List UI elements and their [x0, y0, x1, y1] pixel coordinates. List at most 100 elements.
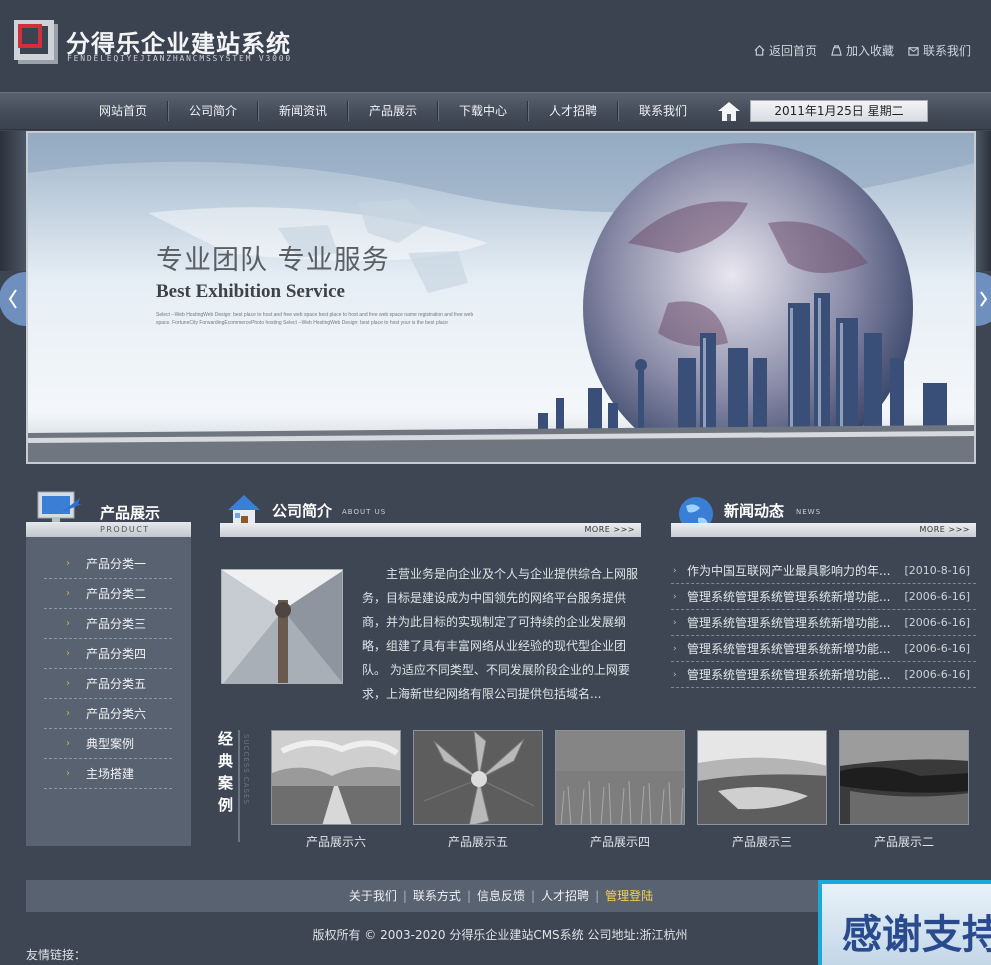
case-caption: 产品展示二 — [873, 835, 934, 849]
news-item[interactable]: › 管理系统管理系统管理系统新增功能... [2006-6-16] — [671, 636, 976, 662]
case-image[interactable] — [697, 730, 827, 825]
nav-home-icon[interactable] — [716, 99, 742, 123]
site-header: 分得乐企业建站系统 FENDELEQIYEJIANZHANCMSSYSTEM V… — [0, 0, 991, 92]
case-caption: 产品展示六 — [305, 835, 366, 849]
products-subtitle: PRODUCT — [100, 525, 150, 534]
cases-subtitle: SUCCESS CASES — [242, 734, 250, 805]
footer-link-contact[interactable]: 联系方式 — [413, 889, 461, 903]
footer-link-jobs[interactable]: 人才招聘 — [541, 889, 589, 903]
nav-item-about[interactable]: 公司简介 — [168, 93, 258, 129]
footer-link-admin[interactable]: 管理登陆 — [605, 889, 653, 903]
category-item[interactable]: › 产品分类五 — [44, 669, 172, 699]
news-item[interactable]: › 管理系统管理系统管理系统新增功能... [2006-6-16] — [671, 584, 976, 610]
chevron-right-icon: › — [673, 566, 677, 576]
chevron-right-icon: › — [673, 592, 677, 602]
footer-link-feedback[interactable]: 信息反馈 — [477, 889, 525, 903]
case-photo-coast — [840, 731, 968, 824]
footer-separator: | — [466, 889, 471, 903]
nav-item-products[interactable]: 产品展示 — [348, 93, 438, 129]
case-image[interactable] — [555, 730, 685, 825]
products-title: 产品展示 — [100, 504, 161, 522]
case-photo-lake — [698, 731, 826, 824]
favorite-link[interactable]: 加入收藏 — [831, 42, 894, 59]
case-image[interactable] — [413, 730, 543, 825]
case-photo-grass — [556, 731, 684, 824]
banner-side-left — [0, 131, 26, 271]
case-item[interactable]: 产品展示三 — [697, 730, 827, 850]
about-title: 公司简介 — [272, 502, 333, 520]
thanks-badge-text: 感谢支持 — [842, 912, 991, 958]
friend-links-label: 友情链接： — [26, 948, 87, 962]
case-item[interactable]: 产品展示六 — [271, 730, 401, 850]
case-photo-road — [272, 731, 400, 824]
nav-items: 网站首页 公司简介 新闻资讯 产品展示 下载中心 人才招聘 联系我们 — [78, 93, 708, 129]
logo-icon — [14, 20, 58, 64]
footer-separator: | — [402, 889, 407, 903]
case-item[interactable]: 产品展示五 — [413, 730, 543, 850]
favorite-icon — [831, 45, 842, 56]
news-item[interactable]: › 管理系统管理系统管理系统新增功能... [2006-6-16] — [671, 610, 976, 636]
banner-small-text: Select --Web HostingWeb Design: best pla… — [156, 312, 474, 326]
main-nav: 网站首页 公司简介 新闻资讯 产品展示 下载中心 人才招聘 联系我们 2011年… — [0, 92, 991, 130]
about-subtitle: ABOUT US — [342, 508, 387, 516]
nav-item-downloads[interactable]: 下载中心 — [438, 93, 528, 129]
cases-title: 经典案例 — [218, 730, 234, 814]
about-image — [221, 569, 343, 684]
banner-side-right — [976, 131, 991, 271]
about-more-link[interactable]: MORE >>> — [585, 525, 635, 534]
footer-separator: | — [595, 889, 600, 903]
news-item[interactable]: › 管理系统管理系统管理系统新增功能... [2006-6-16] — [671, 662, 976, 688]
case-caption: 产品展示五 — [447, 835, 508, 849]
news-header-bar: MORE >>> — [671, 523, 976, 537]
footer-separator: | — [531, 889, 536, 903]
thanks-badge[interactable]: 感谢支持 — [818, 880, 991, 965]
home-link-label: 返回首页 — [768, 44, 817, 58]
banner-next-arrow[interactable] — [976, 272, 991, 326]
case-item[interactable]: 产品展示四 — [555, 730, 685, 850]
category-item[interactable]: › 主场搭建 — [44, 759, 172, 789]
contact-link[interactable]: 联系我们 — [908, 42, 971, 59]
footer-link-about[interactable]: 关于我们 — [349, 889, 397, 903]
category-item[interactable]: › 产品分类一 — [44, 549, 172, 579]
top-links: 返回首页 加入收藏 联系我们 — [754, 42, 971, 59]
case-image[interactable] — [839, 730, 969, 825]
chevron-right-icon: › — [66, 588, 70, 599]
banner: 专业团队 专业服务 Best Exhibition Service Select… — [26, 131, 976, 464]
news-title: 新闻动态 — [724, 502, 785, 520]
news-list: › 作为中国互联网产业最具影响力的年... [2010-8-16] › 管理系统管理系… — [671, 558, 976, 688]
nav-item-jobs[interactable]: 人才招聘 — [528, 93, 618, 129]
date-display: 2011年1月25日 星期二 — [750, 100, 928, 122]
case-item[interactable]: 产品展示二 — [839, 730, 969, 850]
case-caption: 产品展示三 — [731, 835, 792, 849]
chevron-right-icon: › — [66, 738, 70, 749]
nav-item-home[interactable]: 网站首页 — [78, 93, 168, 129]
about-photo — [222, 570, 342, 683]
about-text: 主营业务是向企业及个人与企业提供综合上网服务，目标是建设成为中国领先的网络平台服… — [362, 567, 639, 701]
nav-item-contact[interactable]: 联系我们 — [618, 93, 708, 129]
category-list: › 产品分类一 › 产品分类二 › 产品分类三 › 产品分类四 › 产品分类五 › 产品分类… — [44, 549, 172, 789]
case-image[interactable] — [271, 730, 401, 825]
home-link[interactable]: 返回首页 — [754, 42, 817, 59]
chevron-right-icon: › — [66, 678, 70, 689]
contact-link-label: 联系我们 — [922, 44, 971, 58]
category-item[interactable]: › 产品分类二 — [44, 579, 172, 609]
chevron-right-icon: › — [66, 618, 70, 629]
favorite-link-label: 加入收藏 — [845, 44, 894, 58]
news-item[interactable]: › 作为中国互联网产业最具影响力的年... [2010-8-16] — [671, 558, 976, 584]
case-caption: 产品展示四 — [589, 835, 650, 849]
nav-item-news[interactable]: 新闻资讯 — [258, 93, 348, 129]
case-photo-plant — [414, 731, 542, 824]
category-item[interactable]: › 产品分类六 — [44, 699, 172, 729]
about-header-bar: MORE >>> — [220, 523, 641, 537]
home-icon — [754, 45, 765, 56]
chevron-right-icon: › — [673, 618, 677, 628]
chevron-right-icon: › — [66, 648, 70, 659]
chevron-right-icon: › — [673, 670, 677, 680]
category-item[interactable]: › 典型案例 — [44, 729, 172, 759]
news-more-link[interactable]: MORE >>> — [920, 525, 970, 534]
banner-headline-cn: 专业团队 专业服务 — [156, 245, 390, 276]
chevron-right-icon: › — [673, 644, 677, 654]
category-item[interactable]: › 产品分类三 — [44, 609, 172, 639]
banner-prev-arrow[interactable] — [0, 272, 26, 326]
category-item[interactable]: › 产品分类四 — [44, 639, 172, 669]
